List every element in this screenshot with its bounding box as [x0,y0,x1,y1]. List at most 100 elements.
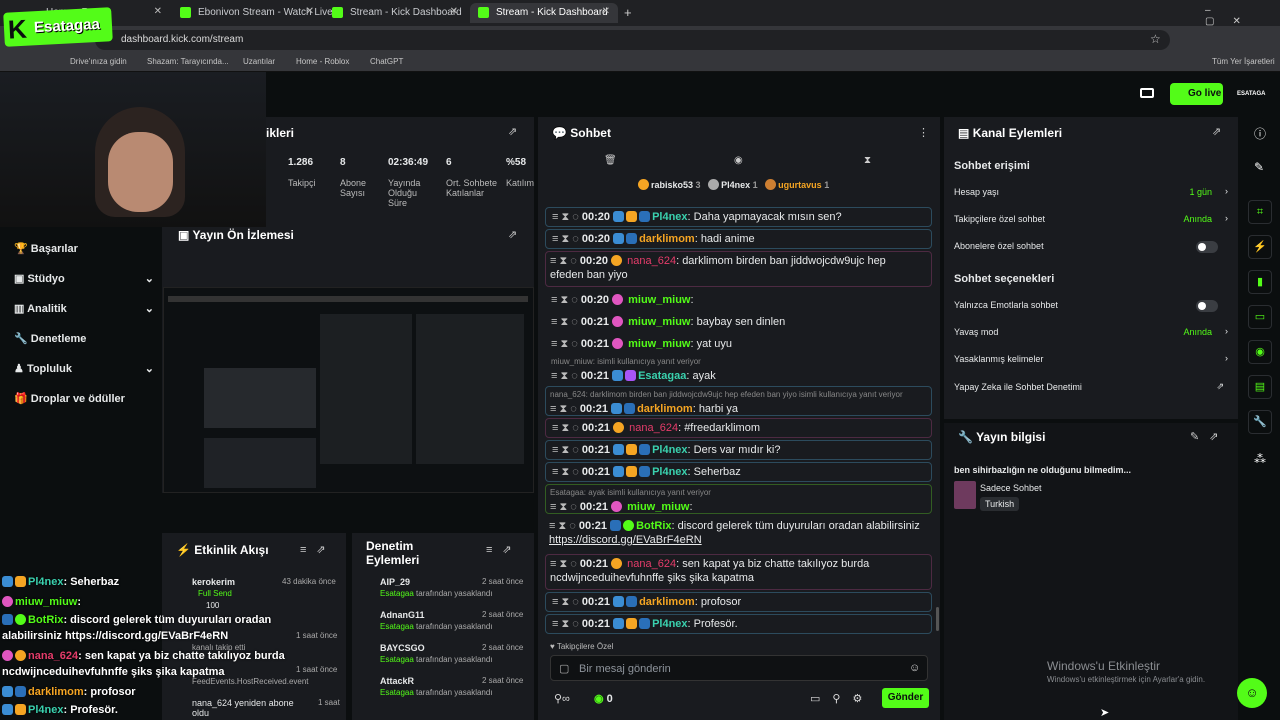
bolt-icon[interactable]: ⚡ [1248,235,1272,259]
filter-popout-icons[interactable]: ≡⇗ [300,543,336,556]
sidebar-item-drops[interactable]: 🎁 Droplar ve ödüller [14,392,125,405]
emote-only-toggle[interactable] [1196,300,1218,312]
popout-icon[interactable]: ⇗ [508,228,517,241]
window-controls[interactable]: –▢✕ [1205,5,1280,27]
chat-message[interactable]: ≡ ⧗ ◌ 00:21 darklimom: profosor [545,592,932,612]
stat-subscribers: 8 Abone Sayısı [340,157,367,198]
chat-scrollbar[interactable] [936,607,939,631]
kick-favicon-icon [180,7,191,18]
chat-tool-icons[interactable]: ▭⚲⚙ [810,692,874,705]
popout-icon[interactable]: ⇗ [1212,125,1221,138]
layout-icon[interactable]: ▤ [1248,375,1272,399]
bookmarks-bar: Drive'ınıza gidin Shazam: Tarayıcında...… [0,53,1280,72]
popout-icon[interactable]: ⇗ [508,125,517,138]
emoji-icon[interactable]: ☺ [909,662,920,674]
mouse-cursor-icon: ➤ [1100,707,1110,719]
browser-tab[interactable]: Stream - Kick Dashboard ✕ [324,3,466,23]
chat-message[interactable]: ≡ ⧗ ◌ 00:20 darklimom: hadi anime [545,229,932,249]
bookmark-item[interactable]: Home - Roblox [296,57,349,66]
banned-words-row[interactable]: Yasaklanmış kelimeler › [954,353,1228,364]
browser-tab[interactable]: Ebonivon Stream - Watch Live ✕ [172,3,333,23]
sidebar-item-moderation[interactable]: 🔧 Denetleme [14,332,86,345]
account-age-row[interactable]: Hesap yaşı 1 gün › [954,186,1228,197]
chevron-right-icon: › [1225,326,1228,336]
chat-message[interactable]: ≡ ⧗ ◌ 00:20 miuw_miuw: [545,291,932,309]
sidebar-item-community[interactable]: ♟ Topluluk ⌄ [14,362,154,375]
wrench-icon[interactable]: 🔧 [1248,410,1272,434]
chat-message[interactable]: ≡ ⧗ ◌ 00:21 BotRix: discord gelerek tüm … [545,518,932,550]
bookmark-item[interactable]: Shazam: Tarayıcında... [147,57,229,66]
chat-message[interactable]: ≡ ⧗ ◌ 00:21 Pl4nex: Seherbaz [545,462,932,482]
tag-badge[interactable]: Turkish [980,497,1020,511]
chat-bubble-icon[interactable]: ◉ [734,155,743,166]
chat-message[interactable]: ≡ ⧗ ◌ 00:21 Pl4nex: Profesör. [545,614,932,634]
top-chatters: rabisko53 3 Pl4nex 1 ugurtavus 1 [638,179,829,190]
sidebar-item-achievements[interactable]: 🏆 Başarılar [14,242,78,255]
chat-message[interactable]: ≡ ⧗ ◌ 00:21 Esatagaa: ayak [545,367,932,385]
more-menu-icon[interactable]: ⋮ [918,126,929,139]
new-tab-button[interactable]: + [624,5,632,20]
sidebar-item-analytics[interactable]: ▥ Analitik ⌄ [14,302,154,315]
chat-message[interactable]: ≡ ⧗ ◌ 00:21 Pl4nex: Ders var mıdır ki? [545,440,932,460]
browser-tab-active[interactable]: Stream - Kick Dashboard ✕ [470,3,618,23]
chat-message[interactable]: Esatagaa: ayak isimli kullanıcıya yanıt … [545,484,932,514]
broadcast-icon[interactable]: ◉ [1248,340,1272,364]
subscribers-only-toggle[interactable] [1196,241,1218,253]
link-icon[interactable]: ⚲∞ [554,692,570,705]
discord-link[interactable]: https://discord.gg/EVaBrF4eRN [549,534,702,546]
send-button[interactable]: Gönder [882,688,929,708]
chat-message[interactable]: ≡ ⧗ ◌ 00:20 Pl4nex: Daha yapmayacak mısı… [545,207,932,227]
url-input[interactable]: dashboard.kick.com/stream [95,30,1170,50]
chat-message[interactable]: ≡ ⧗ ◌ 00:21 miuw_miuw: baybay sen dinlen [545,313,932,331]
tv-icon: ▣ [178,228,190,242]
close-icon[interactable]: ✕ [306,6,314,17]
close-icon[interactable]: ✕ [154,6,162,17]
ai-moderation-row[interactable]: Yapay Zeka ile Sohbet Denetimi ⇗ [954,381,1228,392]
apps-icon[interactable]: ⁂ [1254,452,1266,466]
bookmark-item[interactable]: ChatGPT [370,57,403,66]
emote-only-row: Yalnızca Emotlarla sohbet [954,300,1228,312]
rail-button-3[interactable]: ▮ [1248,270,1272,294]
chat-icon[interactable]: ▭ [1248,305,1272,329]
category-thumbnail [954,481,976,509]
external-link-icon: ⇗ [1216,381,1224,391]
stream-preview-video[interactable] [163,287,534,493]
info-icon[interactable]: ⓘ [1254,125,1266,142]
chat-message[interactable]: nana_624: darklimom birden ban jiddwojcd… [545,386,932,416]
chat-message[interactable]: ≡ ⧗ ◌ 00:21 nana_624: sen kapat ya biz c… [545,554,932,590]
chevron-down-icon: ⌄ [144,303,154,315]
edit-popout-icons[interactable]: ✎⇗ [1190,430,1228,443]
overlay-chat-line: BotRix: discord gelerek tüm duyuruları o… [2,614,271,626]
moderation-panel: Denetim Eylemleri ≡⇗ AIP_29 2 saat önce … [352,533,534,720]
slow-mode-row[interactable]: Yavaş mod Anında › [954,326,1228,337]
pencil-icon[interactable]: ✎ [1254,160,1264,174]
hourglass-icon[interactable]: ⧗ [864,155,871,166]
all-bookmarks[interactable]: Tüm Yer İşaretleri [1212,57,1275,66]
bookmark-item[interactable]: Uzantılar [243,57,275,66]
stats-title: tikleri [262,126,295,140]
overlay-chat-line: nana_624: sen kapat ya biz chatte takılı… [2,650,285,662]
chat-input[interactable]: ▢ Bir mesaj gönderin ☺ [550,655,928,681]
support-icon[interactable]: ☺ [1237,678,1267,708]
chevron-right-icon: › [1225,353,1228,363]
studio-icon[interactable] [1140,88,1154,98]
sidebar-item-studio[interactable]: ▣ Stüdyo ⌄ [14,272,154,285]
close-icon[interactable]: ✕ [602,6,610,17]
chevron-down-icon: ⌄ [144,273,154,285]
star-icon[interactable]: ☆ [1150,32,1161,46]
go-live-button[interactable]: Go live [1170,83,1223,105]
chat-message[interactable]: ≡ ⧗ ◌ 00:21 nana_624: #freedarklimom [545,418,932,438]
trash-icon[interactable]: 🗑 [604,155,617,166]
rail-button-1[interactable]: ⌗ [1248,200,1272,224]
browser-tab-strip: Home - R✕ Ebonivon Stream - Watch Live✕ … [0,0,1280,27]
followers-chat-row[interactable]: Takipçilere özel sohbet Anında › [954,213,1228,224]
filter-popout-icons[interactable]: ≡⇗ [486,543,522,556]
windows-activation-text: Windows'u etkinleştirmek için Ayarlar'a … [1047,675,1206,684]
category-name[interactable]: Sadece Sohbet [980,483,1042,493]
chat-message[interactable]: ≡ ⧗ ◌ 00:20 nana_624: darklimom birden b… [545,251,932,287]
chat-message[interactable]: ≡ ⧗ ◌ 00:21 miuw_miuw: yat uyu [545,335,932,353]
close-icon[interactable]: ✕ [450,6,458,17]
activity-user[interactable]: kerokerim [192,577,235,587]
bookmark-item[interactable]: Drive'ınıza gidin [70,57,127,66]
username-avatar[interactable]: ESATAGA [1237,91,1265,97]
